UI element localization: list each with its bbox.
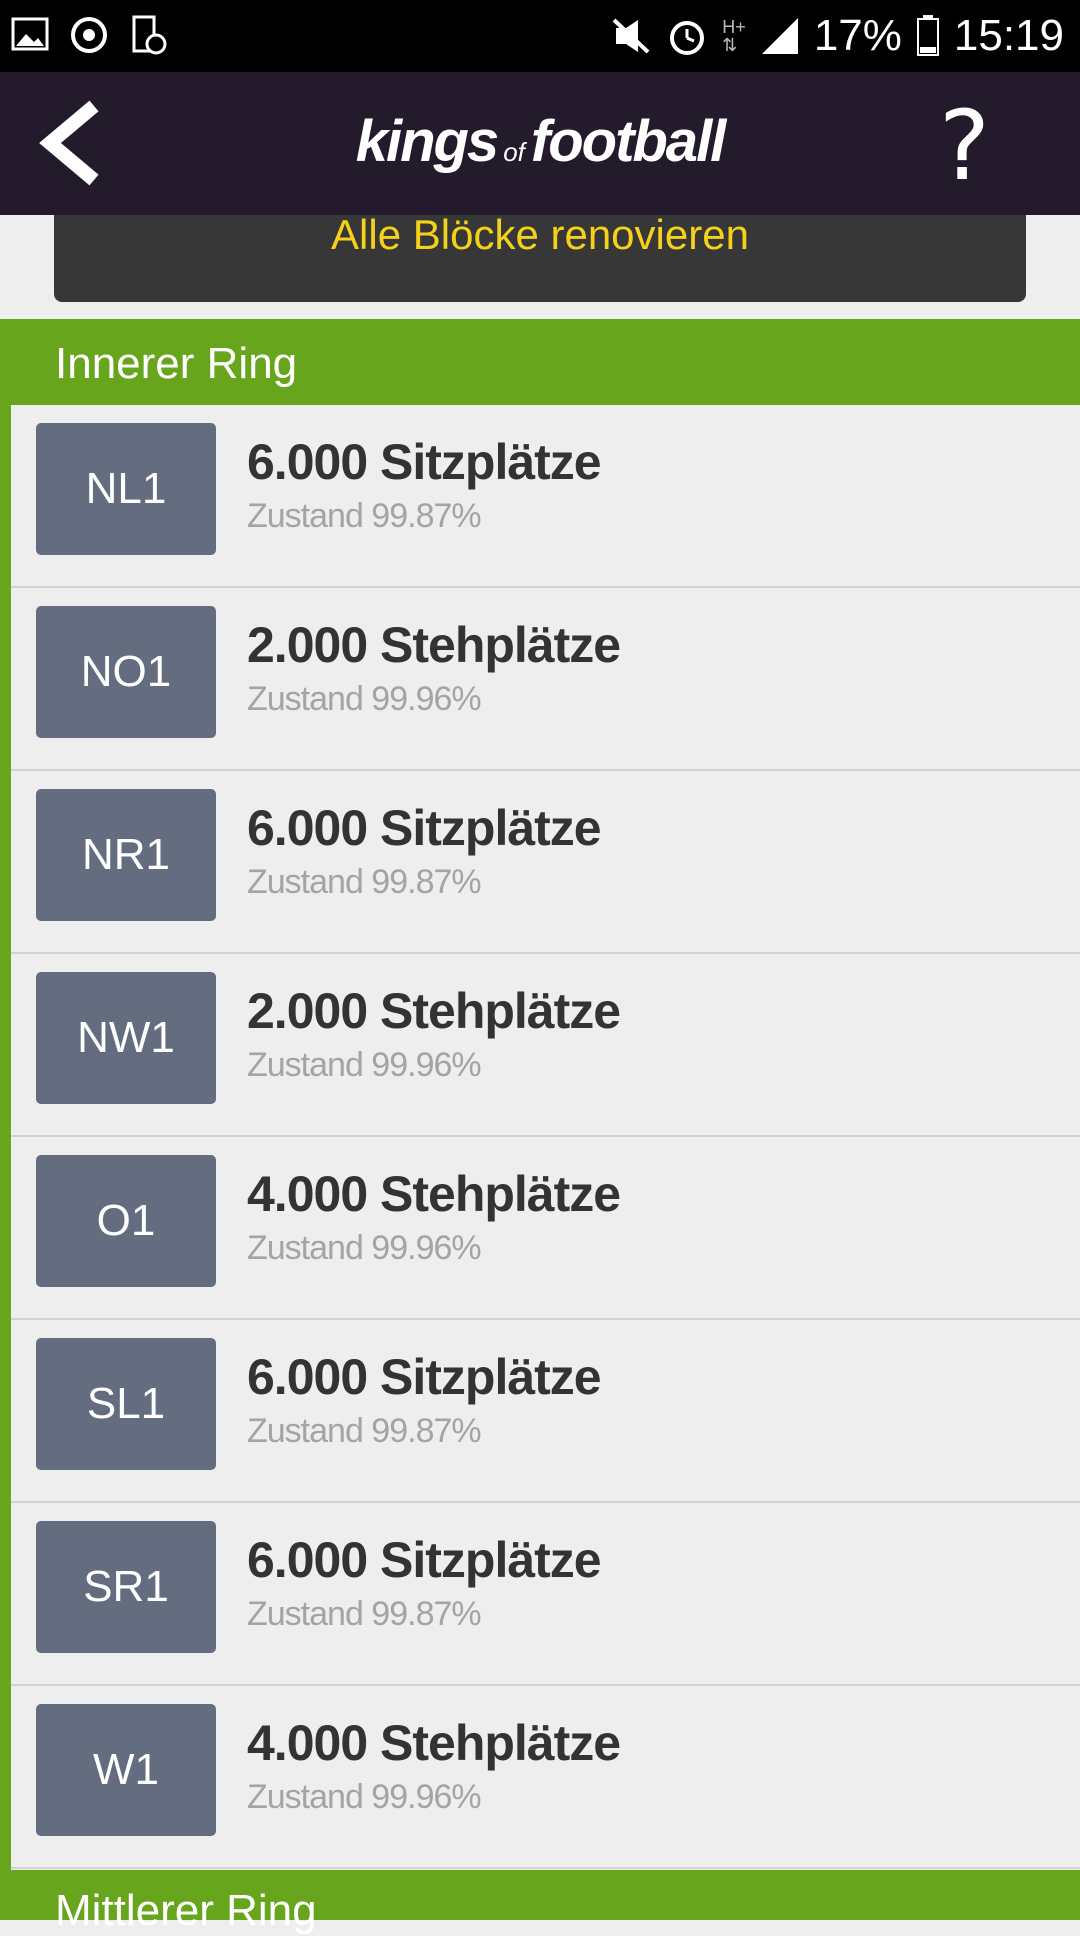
- section-header-mittlerer-ring: Mittlerer Ring: [0, 1870, 1080, 1935]
- section-title: Innerer Ring: [55, 339, 298, 388]
- block-capacity: 6.000 Sitzplätze: [247, 434, 602, 490]
- battery-percent: 17%: [813, 11, 902, 60]
- block-condition: Zustand 99.96%: [247, 1229, 482, 1267]
- network-type: H+ ⇅: [722, 17, 746, 55]
- alarm-icon: [670, 21, 705, 55]
- block-code: NO1: [36, 606, 216, 738]
- block-condition: Zustand 99.96%: [247, 1778, 482, 1816]
- block-capacity: 4.000 Stehplätze: [247, 1715, 621, 1771]
- status-bar: H+ ⇅ 17% 15:19: [0, 0, 1080, 72]
- logo-football: football: [530, 109, 726, 174]
- block-capacity: 4.000 Stehplätze: [247, 1166, 621, 1222]
- device-clock-icon: [132, 15, 167, 55]
- section-header-innerer-ring: Innerer Ring: [0, 319, 1080, 405]
- block-condition: Zustand 99.87%: [247, 1595, 482, 1633]
- block-row-nl1[interactable]: NL1 6.000 Sitzplätze Zustand 99.87%: [11, 405, 1080, 588]
- block-condition: Zustand 99.87%: [247, 497, 482, 535]
- block-list: NL1 6.000 Sitzplätze Zustand 99.87% NO1 …: [0, 405, 1080, 1870]
- section-title: Mittlerer Ring: [55, 1886, 317, 1935]
- block-capacity: 2.000 Stehplätze: [247, 983, 621, 1039]
- block-condition: Zustand 99.87%: [247, 863, 482, 901]
- section-accent-bar: [0, 405, 11, 1870]
- renovate-all-button[interactable]: Alle Blöcke renovieren: [54, 211, 1026, 302]
- block-code: NR1: [36, 789, 216, 921]
- block-row-no1[interactable]: NO1 2.000 Stehplätze Zustand 99.96%: [11, 588, 1080, 771]
- block-row-w1[interactable]: W1 4.000 Stehplätze Zustand 99.96%: [11, 1686, 1080, 1869]
- block-condition: Zustand 99.87%: [247, 1412, 482, 1450]
- block-capacity: 6.000 Sitzplätze: [247, 1532, 602, 1588]
- app-logo: kings of football: [0, 108, 1080, 175]
- mute-icon: [612, 18, 650, 54]
- block-row-sl1[interactable]: SL1 6.000 Sitzplätze Zustand 99.87%: [11, 1320, 1080, 1503]
- renovate-all-label: Alle Blöcke renovieren: [331, 211, 749, 258]
- block-row-o1[interactable]: O1 4.000 Stehplätze Zustand 99.96%: [11, 1137, 1080, 1320]
- image-icon: [11, 17, 49, 51]
- block-condition: Zustand 99.96%: [247, 1046, 482, 1084]
- block-code: NW1: [36, 972, 216, 1104]
- block-row-nw1[interactable]: NW1 2.000 Stehplätze Zustand 99.96%: [11, 954, 1080, 1137]
- status-right-icons: H+ ⇅ 17% 15:19: [610, 10, 1064, 62]
- app-header: kings of football ?: [0, 72, 1080, 215]
- block-code: O1: [36, 1155, 216, 1287]
- signal-icon: [761, 18, 798, 54]
- block-row-sr1[interactable]: SR1 6.000 Sitzplätze Zustand 99.87%: [11, 1503, 1080, 1686]
- block-capacity: 6.000 Sitzplätze: [247, 1349, 602, 1405]
- block-capacity: 2.000 Stehplätze: [247, 617, 621, 673]
- block-row-nr1[interactable]: NR1 6.000 Sitzplätze Zustand 99.87%: [11, 771, 1080, 954]
- sync-icon: [71, 17, 107, 53]
- logo-kings: kings: [355, 109, 499, 174]
- block-capacity: 6.000 Sitzplätze: [247, 800, 602, 856]
- block-code: SR1: [36, 1521, 216, 1653]
- battery-icon: [916, 15, 939, 56]
- clock: 15:19: [953, 11, 1064, 60]
- status-left-icons: [10, 14, 168, 56]
- block-code: W1: [36, 1704, 216, 1836]
- block-code: NL1: [36, 423, 216, 555]
- logo-of: of: [503, 137, 525, 167]
- block-condition: Zustand 99.96%: [247, 680, 482, 718]
- help-button[interactable]: ?: [939, 90, 990, 202]
- block-code: SL1: [36, 1338, 216, 1470]
